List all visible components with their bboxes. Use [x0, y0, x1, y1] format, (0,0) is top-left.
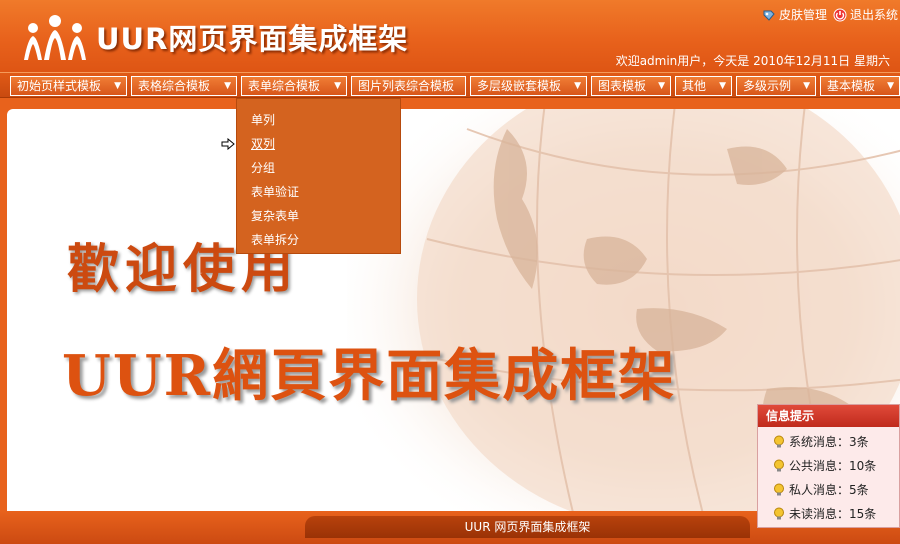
- nav-item-image-list[interactable]: 图片列表综合模板: [351, 76, 466, 96]
- nav-item-label: 图片列表综合模板: [358, 79, 455, 93]
- chevron-down-icon: ▼: [334, 81, 341, 91]
- chevron-down-icon: ▼: [803, 81, 810, 91]
- form-template-dropdown: 单列 双列 分组 表单验证 复杂表单 表单拆分: [236, 98, 401, 254]
- nav-item-other[interactable]: 其他 ▼: [675, 76, 732, 96]
- nav-item-label: 表格综合模板: [138, 79, 211, 93]
- nav-item-label: 多层级嵌套模板: [477, 79, 562, 93]
- info-item-system-messages[interactable]: 系统消息：3条: [772, 433, 869, 450]
- nav-item-label: 表单综合模板: [248, 79, 321, 93]
- nav-item-basic[interactable]: 基本模板 ▼: [820, 76, 900, 96]
- arrow-pointer-icon: [221, 138, 235, 150]
- footer-text: UUR 网页界面集成框架: [305, 516, 750, 538]
- dropdown-item-form-validation[interactable]: 表单验证: [251, 183, 299, 200]
- info-item-unread-messages[interactable]: 未读消息：15条: [772, 505, 876, 522]
- info-item-label: 系统消息：3条: [789, 435, 869, 449]
- nav-item-label: 其他: [682, 79, 707, 93]
- info-item-label: 未读消息：15条: [789, 507, 877, 521]
- logout-label: 退出系统: [849, 8, 898, 22]
- nav-item-nested[interactable]: 多层级嵌套模板 ▼: [470, 76, 587, 96]
- skin-manage-link[interactable]: 皮肤管理: [762, 6, 827, 23]
- people-logo-icon: [24, 15, 86, 60]
- logout-icon: [833, 8, 847, 21]
- chevron-down-icon: ▼: [887, 81, 894, 91]
- lightbulb-icon: [774, 459, 784, 471]
- welcome-banner-line2: UUR網頁界面集成框架: [62, 343, 677, 409]
- app-title: UUR网页界面集成框架: [96, 22, 409, 56]
- dropdown-item-group[interactable]: 分组: [251, 159, 275, 176]
- lightbulb-icon: [774, 507, 784, 519]
- chevron-down-icon: ▼: [114, 81, 121, 91]
- info-item-label: 公共消息：10条: [789, 459, 877, 473]
- nav-item-form[interactable]: 表单综合模板 ▼: [241, 76, 347, 96]
- welcome-text: 欢迎admin用户，今天是 2010年12月11日 星期六: [615, 54, 890, 68]
- nav-item-chart[interactable]: 图表模板 ▼: [591, 76, 671, 96]
- nav-item-multilevel[interactable]: 多级示例 ▼: [736, 76, 816, 96]
- chevron-down-icon: ▼: [719, 81, 726, 91]
- info-item-private-messages[interactable]: 私人消息：5条: [772, 481, 869, 498]
- info-panel: 信息提示 系统消息：3条 公共消息：10条 私人消息：5条 未读消息：15条: [757, 404, 900, 528]
- lightbulb-icon: [774, 483, 784, 495]
- nav-item-initial-page[interactable]: 初始页样式模板 ▼: [10, 76, 127, 96]
- dropdown-item-single-column[interactable]: 单列: [251, 111, 275, 128]
- info-panel-title: 信息提示: [758, 405, 899, 427]
- main-nav: 初始页样式模板 ▼ 表格综合模板 ▼ 表单综合模板 ▼ 图片列表综合模板 多层级…: [0, 72, 900, 98]
- top-links: 皮肤管理 退出系统: [762, 6, 898, 23]
- lightbulb-icon: [774, 435, 784, 447]
- nav-item-label: 多级示例: [743, 79, 792, 93]
- nav-item-label: 初始页样式模板: [17, 79, 102, 93]
- nav-item-label: 基本模板: [827, 79, 876, 93]
- dropdown-item-form-split[interactable]: 表单拆分: [251, 231, 299, 248]
- dropdown-item-double-column[interactable]: 双列: [251, 135, 275, 152]
- nav-item-table[interactable]: 表格综合模板 ▼: [131, 76, 237, 96]
- nav-item-label: 图表模板: [598, 79, 647, 93]
- header: UUR网页界面集成框架 皮肤管理 退出系统 欢迎admin用户，今天是 2010…: [0, 0, 900, 72]
- skin-icon: [763, 10, 775, 21]
- skin-manage-label: 皮肤管理: [778, 8, 827, 22]
- chevron-down-icon: ▼: [224, 81, 231, 91]
- logout-link[interactable]: 退出系统: [833, 6, 898, 23]
- chevron-down-icon: ▼: [574, 81, 581, 91]
- dropdown-item-complex-form[interactable]: 复杂表单: [251, 207, 299, 224]
- info-item-public-messages[interactable]: 公共消息：10条: [772, 457, 876, 474]
- info-item-label: 私人消息：5条: [789, 483, 869, 497]
- chevron-down-icon: ▼: [658, 81, 665, 91]
